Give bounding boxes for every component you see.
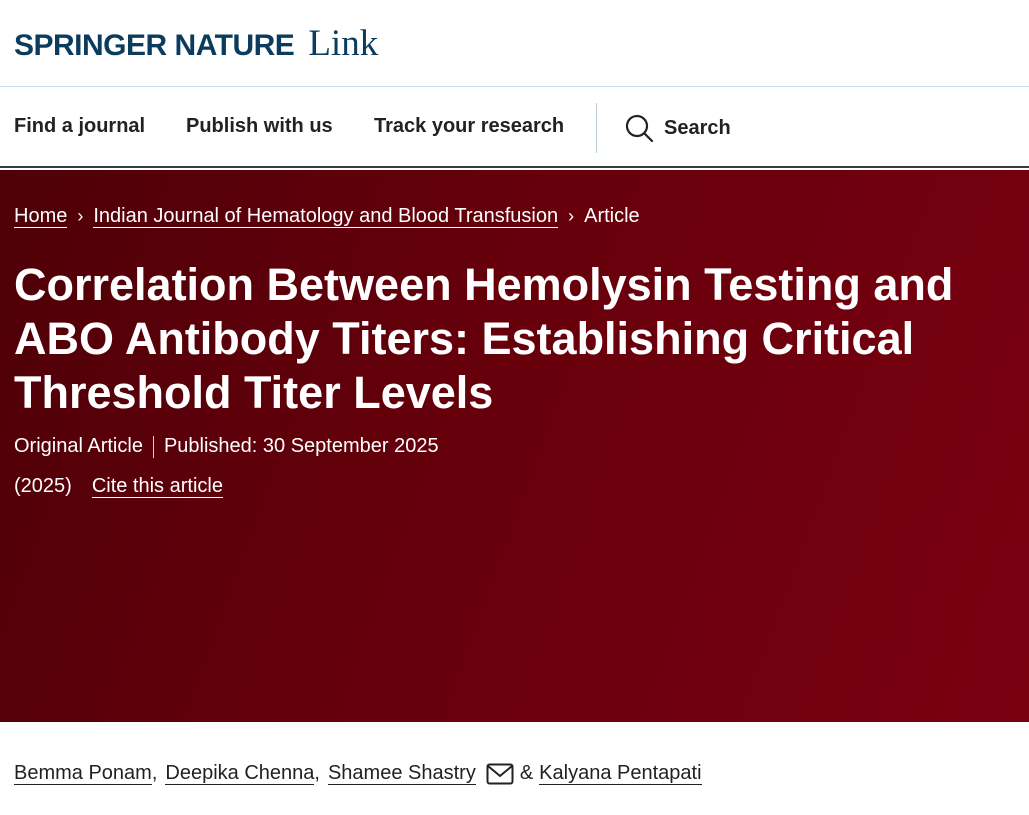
search-button[interactable]: Search: [624, 113, 731, 143]
springer-nature-link-logo[interactable]: Springer Nature Link: [14, 22, 379, 64]
nav-publish-with-us[interactable]: Publish with us: [186, 115, 333, 138]
logo-brand-name: Springer Nature: [14, 29, 295, 62]
breadcrumb-current: Article: [584, 205, 640, 227]
author-link[interactable]: Deepika Chenna: [165, 762, 315, 785]
article-type: Original Article: [14, 435, 143, 457]
article-year: (2025): [14, 475, 72, 497]
search-icon: [625, 114, 654, 143]
breadcrumb-home[interactable]: Home: [14, 205, 68, 228]
logo-product-name: Link: [308, 23, 379, 64]
search-label: Search: [664, 116, 731, 139]
article-citation-row: (2025) Cite this article: [14, 475, 223, 498]
nav-find-journal[interactable]: Find a journal: [14, 115, 145, 138]
chevron-right-icon: ›: [568, 206, 575, 226]
main-nav: Find a journal Publish with us Track you…: [0, 88, 1029, 168]
breadcrumb-journal[interactable]: Indian Journal of Hematology and Blood T…: [93, 205, 559, 228]
author-link[interactable]: Shamee Shastry: [327, 762, 476, 785]
cite-article-link[interactable]: Cite this article: [91, 475, 223, 498]
article-hero: Home › Indian Journal of Hematology and …: [0, 170, 1029, 722]
author-ampersand: &: [519, 762, 534, 784]
author-separator: ,: [314, 762, 320, 784]
article-title: Correlation Between Hemolysin Testing an…: [14, 259, 954, 418]
author-link[interactable]: Kalyana Pentapati: [539, 762, 702, 785]
nav-divider: [596, 103, 597, 153]
author-separator: ,: [151, 762, 158, 784]
author-list: Bemma Ponam , Deepika Chenna , Shamee Sh…: [14, 762, 702, 785]
breadcrumb: Home › Indian Journal of Hematology and …: [14, 205, 640, 228]
author-link[interactable]: Bemma Ponam: [14, 762, 152, 785]
site-header: Springer Nature Link: [0, 0, 1029, 87]
published-date: Published: 30 September 2025: [163, 435, 439, 457]
meta-divider: [152, 435, 154, 458]
email-icon[interactable]: [486, 763, 514, 785]
article-meta: Original Article Published: 30 September…: [14, 435, 439, 458]
nav-track-research[interactable]: Track your research: [374, 115, 564, 138]
envelope-icon: [486, 763, 514, 784]
chevron-right-icon: ›: [77, 206, 84, 226]
